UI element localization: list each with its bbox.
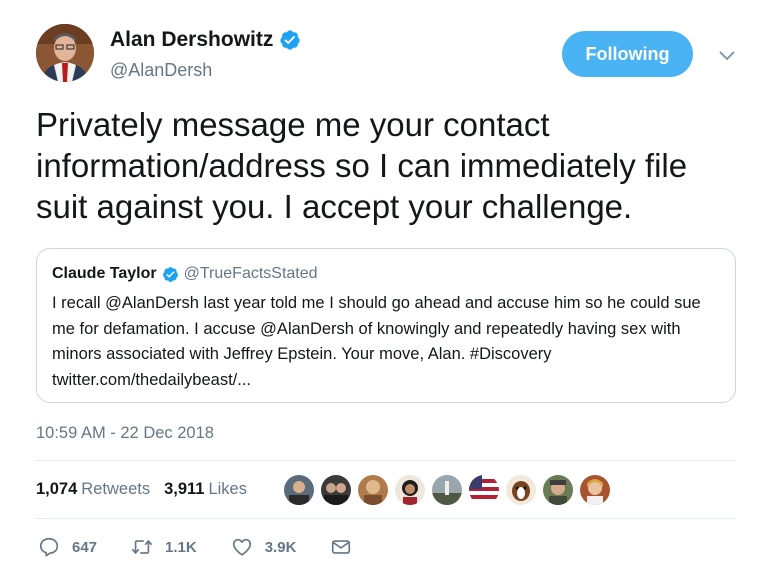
reply-count: 647: [72, 538, 98, 556]
verified-badge-icon: [280, 30, 300, 50]
envelope-icon[interactable]: [330, 536, 352, 558]
following-button[interactable]: Following: [562, 31, 693, 77]
reply-action[interactable]: 647: [38, 536, 97, 558]
direct-message-action[interactable]: [330, 536, 352, 558]
likes-count[interactable]: 3,911: [164, 480, 204, 499]
verified-badge-icon: [162, 266, 178, 282]
tweet-stats: 1,074 Retweets 3,911 Likes: [36, 480, 247, 499]
liker-avatar[interactable]: [469, 475, 499, 505]
like-count: 3.9K: [264, 538, 297, 556]
retweet-action[interactable]: 1.1K: [131, 536, 197, 558]
quoted-tweet[interactable]: Claude Taylor @TrueFactsStated I recall …: [36, 248, 736, 403]
retweet-count: 1.1K: [165, 538, 197, 556]
liker-avatar[interactable]: [506, 475, 536, 505]
liker-avatar[interactable]: [321, 475, 351, 505]
tweet-text: Privately message me your contact inform…: [36, 106, 688, 225]
retweets-label[interactable]: Retweets: [81, 480, 150, 499]
liker-avatar[interactable]: [580, 475, 610, 505]
author-avatar[interactable]: [36, 24, 94, 82]
divider: [36, 518, 736, 519]
heart-icon[interactable]: [231, 536, 253, 558]
author-name[interactable]: Alan Dershowitz: [110, 28, 273, 52]
liker-avatar[interactable]: [358, 475, 388, 505]
like-action[interactable]: 3.9K: [231, 536, 297, 558]
author-name-row: Alan Dershowitz: [110, 28, 301, 52]
author-handle[interactable]: @AlanDersh: [110, 60, 212, 81]
retweet-icon[interactable]: [131, 536, 153, 558]
quoted-tweet-text: I recall @AlanDersh last year told me I …: [52, 294, 701, 389]
likers-avatars: [284, 475, 617, 505]
tweet-actions: 647 1.1K 3.9K: [38, 536, 386, 558]
quoted-author-handle: @TrueFactsStated: [183, 265, 318, 282]
liker-avatar[interactable]: [543, 475, 573, 505]
divider: [36, 460, 736, 461]
tweet-timestamp[interactable]: 10:59 AM - 22 Dec 2018: [36, 424, 214, 443]
liker-avatar[interactable]: [432, 475, 462, 505]
retweets-count[interactable]: 1,074: [36, 480, 77, 499]
reply-icon[interactable]: [38, 536, 60, 558]
chevron-down-icon[interactable]: [718, 50, 736, 62]
quoted-author-name: Claude Taylor: [52, 265, 157, 282]
liker-avatar[interactable]: [395, 475, 425, 505]
likes-label[interactable]: Likes: [208, 480, 247, 499]
liker-avatar[interactable]: [284, 475, 314, 505]
quoted-tweet-header: Claude Taylor @TrueFactsStated: [52, 265, 318, 283]
